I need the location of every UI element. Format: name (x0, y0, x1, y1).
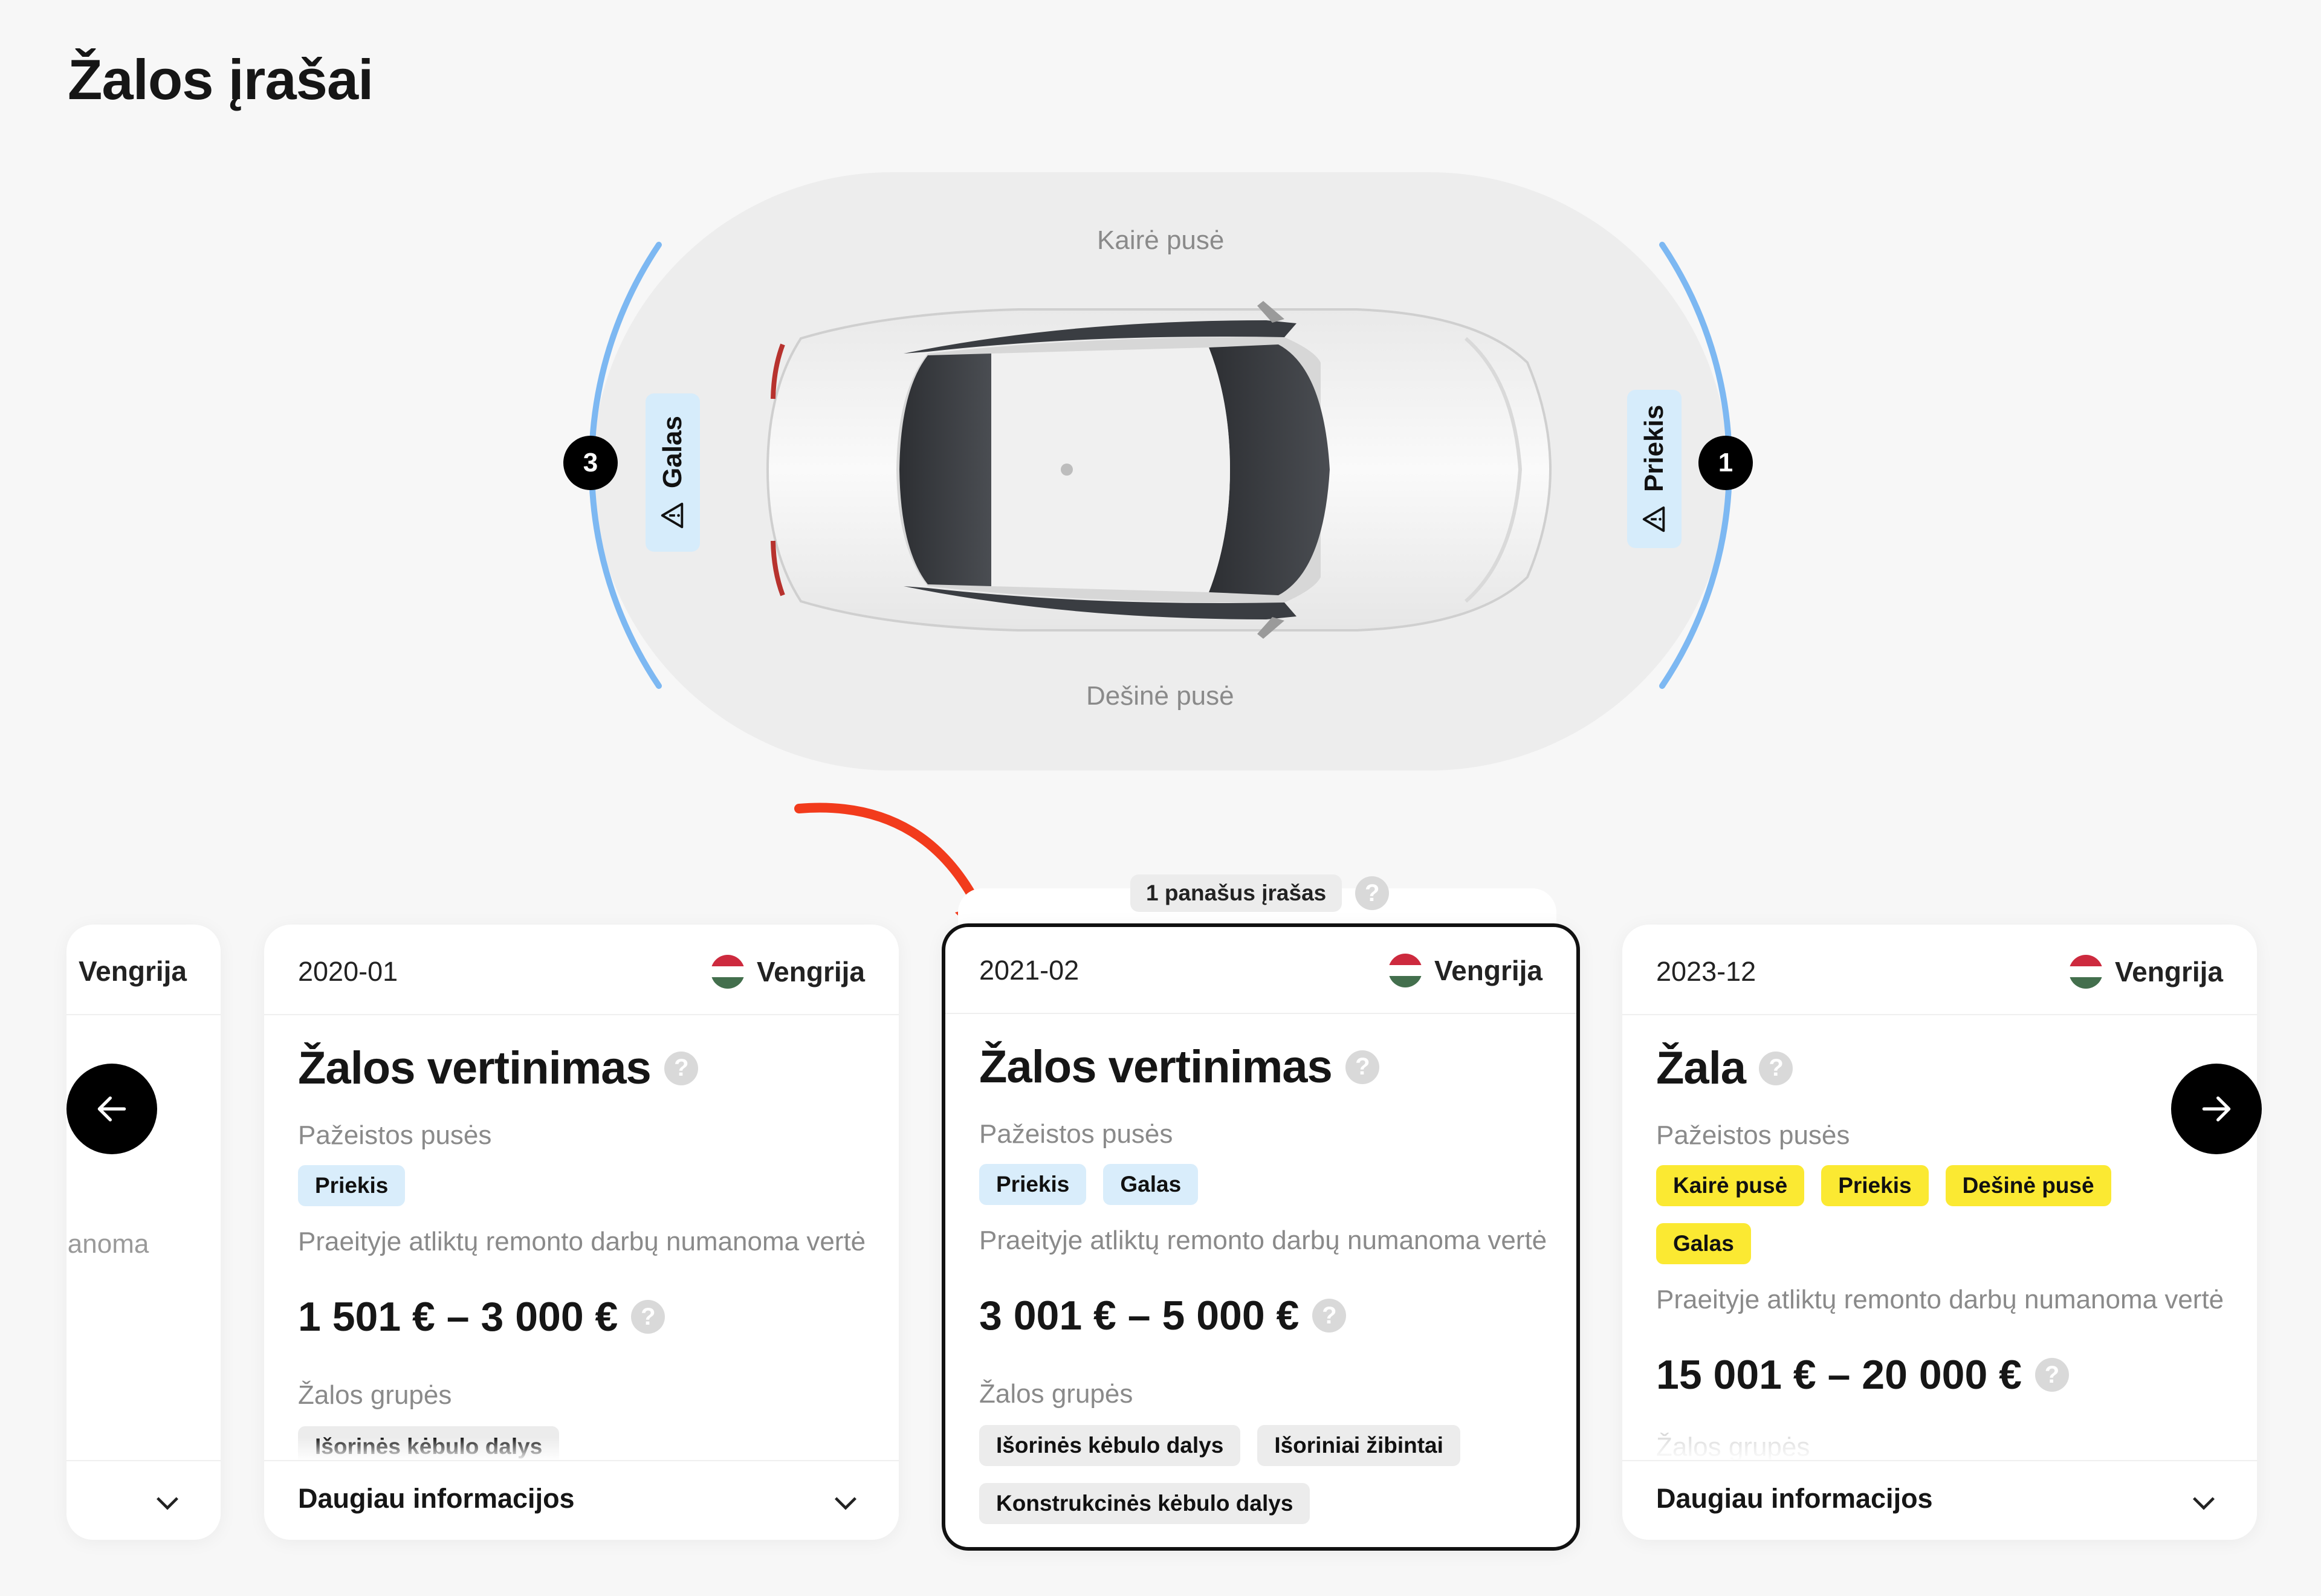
affected-sides-label: Pažeistos pusės (979, 1119, 1173, 1149)
damage-diagram: Kairė pusė Dešinė pusė 3 1 Galas Priekis (563, 172, 1753, 771)
affected-sides: Kairė pusė Priekis Dešinė pusė Galas (1656, 1165, 2200, 1264)
side-tag: Kairė pusė (1656, 1165, 1805, 1206)
damage-card[interactable]: 2023-12 Vengrija Žala ? Pažeistos pusės … (1622, 925, 2257, 1540)
group-tag: Išorinės kėbulo dalys (979, 1425, 1241, 1466)
previous-button[interactable] (66, 1064, 157, 1154)
car-top-view-image (766, 301, 1552, 639)
side-tag: Galas (1103, 1164, 1199, 1205)
affected-sides-label: Pažeistos pusės (1656, 1120, 1850, 1150)
help-icon[interactable]: ? (631, 1300, 665, 1334)
help-icon[interactable]: ? (664, 1051, 698, 1085)
next-button[interactable] (2171, 1064, 2262, 1154)
repair-price-range: 3 001 € – 5 000 € (979, 1293, 1300, 1339)
rear-zone-label: Galas (658, 416, 687, 488)
more-info-label[interactable]: Daugiau informacijos (1656, 1483, 1933, 1514)
repair-value-label: Praeityje atliktų remonto darbų numanoma… (298, 1227, 866, 1256)
front-zone-label: Priekis (1639, 404, 1669, 493)
zone-3-marker[interactable]: 3 (563, 436, 618, 490)
repair-value-label: Praeityje atliktų remonto darbų numanoma… (1656, 1285, 2224, 1314)
group-tag: Konstrukcinės kėbulo dalys (979, 1483, 1310, 1524)
hungary-flag-icon (1388, 954, 1423, 987)
country-name: Vengrija (1434, 955, 1542, 986)
affected-sides: Priekis (298, 1165, 406, 1206)
more-info-row[interactable]: Daugiau informacijos (264, 1460, 899, 1540)
help-icon[interactable]: ? (1312, 1299, 1347, 1333)
chevron-down-icon[interactable] (151, 1485, 184, 1519)
record-date: 2023-12 (1656, 956, 1756, 987)
zone-1-marker[interactable]: 1 (1698, 436, 1753, 490)
damage-groups-label: Žalos grupės (979, 1379, 1133, 1409)
warning-triangle-icon (1642, 506, 1665, 532)
side-tag: Dešinė pusė (1945, 1165, 2111, 1206)
warning-triangle-icon (661, 502, 684, 529)
arrow-left-icon (97, 1096, 126, 1122)
damage-card-partial: Vengrija ianoma (66, 925, 221, 1540)
help-icon[interactable]: ? (2035, 1358, 2069, 1392)
left-side-label: Kairė pusė (1097, 225, 1225, 255)
front-zone-tag[interactable]: Priekis (1627, 390, 1682, 548)
repair-label-fragment: ianoma (66, 1229, 149, 1259)
damage-groups-label: Žalos grupės (298, 1380, 452, 1410)
affected-sides: Priekis Galas (979, 1164, 1199, 1205)
side-tag: Galas (1656, 1223, 1751, 1264)
chevron-down-icon[interactable] (829, 1485, 863, 1519)
chevron-down-icon[interactable] (2187, 1485, 2221, 1519)
more-info-label[interactable]: Daugiau informacijos (298, 1483, 575, 1514)
repair-price-range: 15 001 € – 20 000 € (1656, 1352, 2022, 1398)
group-tag: Išoriniai žibintai (1257, 1425, 1460, 1466)
right-side-label: Dešinė pusė (1086, 681, 1234, 711)
card-title: Žala (1656, 1042, 1746, 1094)
arrow-right-icon (2202, 1096, 2231, 1122)
page-title: Žalos įrašai (68, 48, 374, 111)
repair-price-range: 1 501 € – 3 000 € (298, 1294, 618, 1340)
country-name: Vengrija (2115, 956, 2223, 987)
side-tag: Priekis (979, 1164, 1087, 1205)
country-name: Vengrija (757, 956, 865, 987)
more-info-row[interactable]: Daugiau informacijos (1622, 1460, 2257, 1540)
help-icon[interactable]: ? (1355, 876, 1390, 910)
card-title: Žalos vertinimas (979, 1041, 1333, 1093)
hungary-flag-icon (2069, 955, 2103, 989)
record-date: 2020-01 (298, 956, 398, 987)
similar-record-label[interactable]: 1 panašus įrašas (1130, 874, 1342, 912)
side-tag: Priekis (298, 1165, 406, 1206)
record-date: 2021-02 (979, 955, 1080, 986)
repair-value-label: Praeityje atliktų remonto darbų numanoma… (979, 1226, 1547, 1255)
card-title: Žalos vertinimas (298, 1042, 652, 1094)
side-tag: Priekis (1821, 1165, 1929, 1206)
damage-card-selected[interactable]: 2021-02 Vengrija Žalos vertinimas ? Paže… (942, 923, 1580, 1551)
rear-zone-tag[interactable]: Galas (646, 393, 700, 552)
help-icon[interactable]: ? (1345, 1050, 1379, 1084)
affected-sides-label: Pažeistos pusės (298, 1120, 492, 1150)
country-name: Vengrija (79, 955, 187, 987)
similar-record-indicator[interactable]: 1 panašus įrašas ? (1130, 874, 1390, 912)
help-icon[interactable]: ? (1759, 1051, 1793, 1085)
hungary-flag-icon (711, 955, 745, 989)
damage-card[interactable]: 2020-01 Vengrija Žalos vertinimas ? Paže… (264, 925, 899, 1540)
damage-groups: Išorinės kėbulo dalys Išoriniai žibintai… (979, 1425, 1559, 1524)
